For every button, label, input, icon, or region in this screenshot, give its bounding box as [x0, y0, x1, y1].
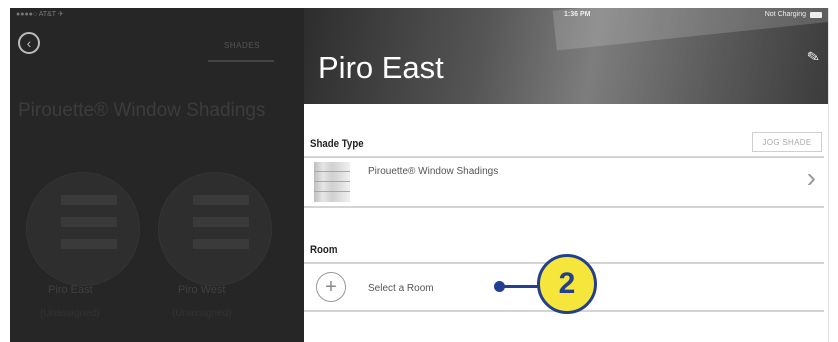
page-title: Piro East [318, 50, 444, 85]
tab-shades[interactable]: SHADES [224, 41, 260, 50]
shade-status: (Unassigned) [40, 308, 100, 319]
chevron-right-icon: › [806, 162, 816, 193]
battery-icon [810, 12, 822, 18]
shade-slat [61, 217, 117, 227]
carrier-status: ●●●●○ AT&T ✈ [16, 11, 64, 18]
battery-status: Not Charging [764, 11, 806, 18]
room-label: Room [310, 244, 338, 256]
callout-dot [494, 281, 505, 292]
status-time: 1:36 PM [564, 11, 591, 18]
shade-group-title: Pirouette® Window Shadings [18, 100, 266, 121]
shade-type-value: Pirouette® Window Shadings [368, 166, 499, 177]
shade-list-panel: ●●●●○ AT&T ✈ ‹ SHADES Pirouette® Window … [10, 8, 304, 342]
shade-name: Piro East [48, 284, 93, 296]
pencil-icon[interactable]: ✎ [806, 47, 821, 67]
plus-circle-icon: + [316, 272, 346, 302]
jog-shade-button[interactable]: JOG SHADE [752, 132, 822, 152]
shade-type-label: Shade Type [310, 138, 364, 150]
shade-card-piro-west[interactable] [158, 172, 272, 286]
header-image: 1:36 PM Not Charging Piro East ✎ [304, 8, 828, 104]
thumb-line [314, 191, 350, 192]
back-circle-icon[interactable]: ‹ [18, 32, 40, 54]
shade-slat [61, 239, 117, 249]
room-placeholder: Select a Room [368, 283, 434, 294]
shade-type-row[interactable]: Pirouette® Window Shadings › [304, 156, 824, 208]
shade-slat [193, 217, 249, 227]
shade-slat [193, 239, 249, 249]
thumb-line [314, 171, 350, 172]
shade-thumbnail [314, 162, 350, 202]
app-screenshot: ●●●●○ AT&T ✈ ‹ SHADES Pirouette® Window … [0, 0, 838, 342]
shade-slat [193, 195, 249, 205]
callout-badge: 2 [537, 254, 597, 314]
thumb-line [314, 181, 350, 182]
shade-card-piro-east[interactable] [26, 172, 140, 286]
tab-underline [208, 60, 274, 62]
shade-slat [61, 195, 117, 205]
shade-status: (Unassigned) [172, 308, 232, 319]
shade-name: Piro West [178, 284, 226, 296]
